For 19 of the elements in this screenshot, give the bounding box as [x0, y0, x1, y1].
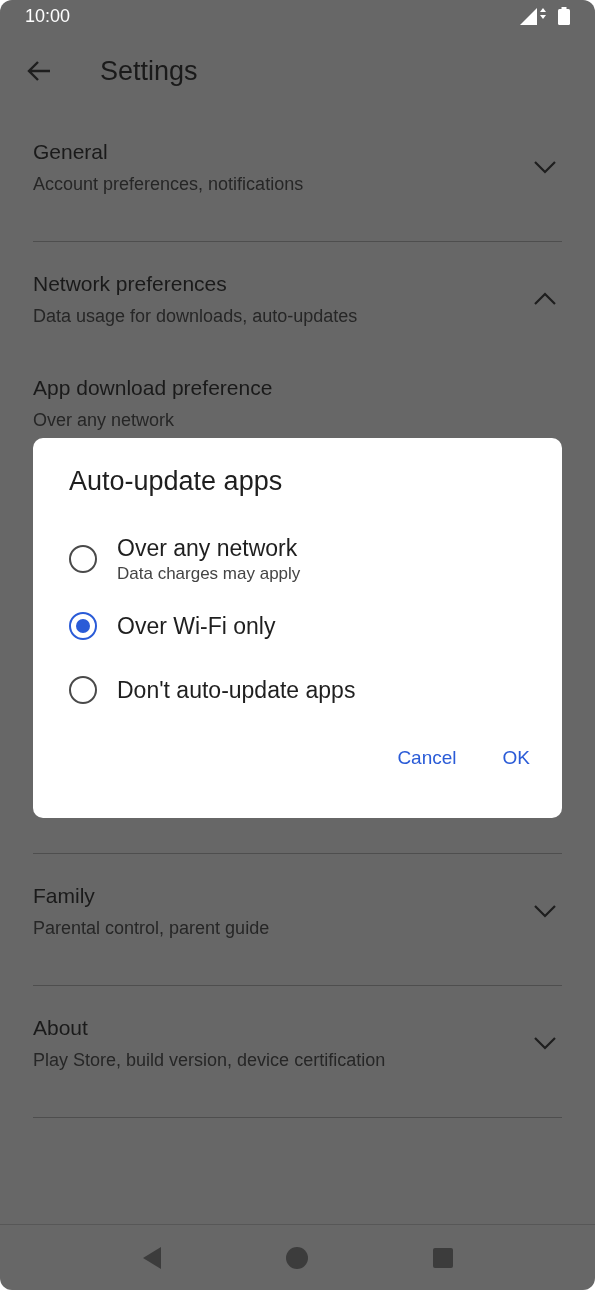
- option-label[interactable]: Over any network: [117, 533, 301, 563]
- dialog-title: Auto-update apps: [69, 465, 284, 498]
- section-subtitle: Play Store, build version, device certification: [33, 1049, 386, 1072]
- page-title: Settings: [100, 54, 198, 88]
- option-label[interactable]: Don't auto-update apps: [117, 675, 356, 705]
- section-subtitle: Data usage for downloads, auto-updates: [33, 305, 358, 328]
- section-title[interactable]: Network preferences: [33, 270, 358, 298]
- cancel-button[interactable]: Cancel: [387, 738, 467, 779]
- setting-title[interactable]: App download preference: [33, 374, 562, 402]
- option-hint: Data charges may apply: [117, 563, 301, 585]
- option-label[interactable]: Over Wi-Fi only: [117, 611, 276, 641]
- section-subtitle: Parental control, parent guide: [33, 917, 270, 940]
- status-time: 10:00: [25, 4, 71, 28]
- section-title[interactable]: About: [33, 1014, 386, 1042]
- ok-button[interactable]: OK: [492, 738, 540, 779]
- section-title[interactable]: General: [33, 138, 304, 166]
- setting-value: Over any network: [33, 409, 176, 432]
- section-title[interactable]: Family: [33, 882, 270, 910]
- section-subtitle: Account preferences, notifications: [33, 173, 304, 196]
